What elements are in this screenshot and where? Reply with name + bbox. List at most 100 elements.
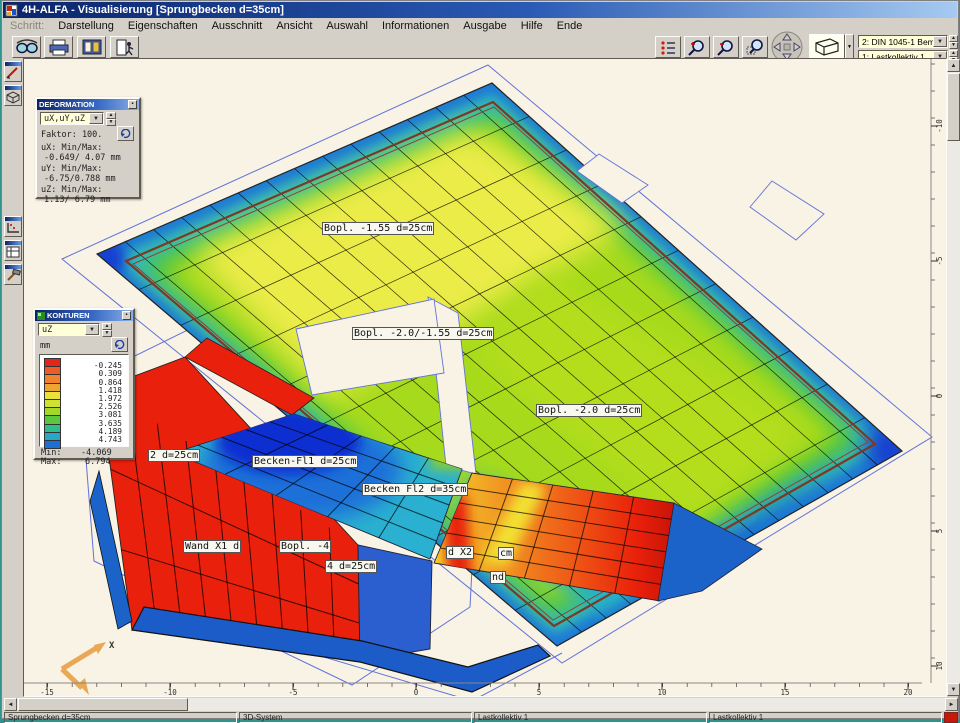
menu-ausschnitt[interactable]: Ausschnitt <box>205 19 270 33</box>
fem-model-view: X Y -15-10-505101520 -10-50510 <box>24 59 946 696</box>
ruler-tick-label: 15 <box>780 688 789 696</box>
view-dropdown[interactable]: ▼ <box>845 34 854 59</box>
axes-tool-button[interactable] <box>4 216 22 237</box>
hammer-icon <box>5 269 21 283</box>
title-bar[interactable]: 4H-ALFA - Visualisierung [Sprungbecken d… <box>3 2 957 18</box>
ruler-tick-label: -15 <box>40 688 54 696</box>
menu-auswahl[interactable]: Auswahl <box>319 19 375 33</box>
menu-eigenschaften[interactable]: Eigenschaften <box>121 19 205 33</box>
zoom-out-button[interactable] <box>713 36 739 58</box>
solid-view-button[interactable] <box>4 85 22 106</box>
vscroll-thumb[interactable] <box>947 73 960 141</box>
printer-icon <box>49 39 69 56</box>
ux-label: uX: Min/Max: <box>41 143 102 153</box>
menu-informationen[interactable]: Informationen <box>375 19 456 33</box>
exit-door-icon <box>115 39 135 56</box>
ruler-tick-label: 0 <box>935 393 944 398</box>
axes-icon <box>5 221 21 235</box>
menu-ausgabe[interactable]: Ausgabe <box>456 19 513 33</box>
konturen-panel-titlebar[interactable]: KONTUREN ▪ <box>35 310 133 321</box>
svg-text:X: X <box>109 641 115 651</box>
app-icon <box>5 4 19 17</box>
max-value: 6.794 <box>85 457 111 467</box>
ruler-tick-label: -5 <box>935 256 944 265</box>
status-loadcase-2: Lastkollektiv 1 <box>709 712 942 723</box>
status-indicator <box>944 712 958 723</box>
refresh-icon <box>120 129 132 139</box>
scroll-up-icon[interactable]: ▲ <box>947 59 960 72</box>
ruler-tick-label: 5 <box>537 688 542 696</box>
uz-value: 1.13/ 6.79 mm <box>44 195 111 205</box>
chevron-down-icon[interactable]: ▼ <box>89 113 103 124</box>
ruler-tick-label: -10 <box>163 688 177 696</box>
close-icon[interactable]: ▪ <box>128 100 137 109</box>
panel-icon <box>5 245 21 259</box>
vertical-scrollbar[interactable]: ▲ ▼ <box>947 59 960 696</box>
ux-value: -0.649/ 4.07 mm <box>44 153 121 163</box>
preview-button[interactable] <box>12 36 41 58</box>
menu-hilfe[interactable]: Hilfe <box>514 19 550 33</box>
scale-value: 4.743 <box>64 435 122 444</box>
zoom-out-icon <box>717 39 735 56</box>
deformation-mode-combo[interactable]: uX,uY,uZ ▼ <box>40 112 104 125</box>
menu-ansicht[interactable]: Ansicht <box>269 19 319 33</box>
zoom-in-button[interactable] <box>684 36 710 58</box>
scroll-down-icon[interactable]: ▼ <box>947 683 960 696</box>
status-system: 3D-System <box>239 712 472 723</box>
zoom-in-icon <box>688 39 706 56</box>
ruler-tick-label: 20 <box>903 688 913 696</box>
konturen-mode-combo[interactable]: uZ ▼ <box>38 323 100 336</box>
scroll-right-icon[interactable]: ► <box>945 698 958 711</box>
design-combo[interactable]: 2: DIN 1045-1 Bemessung ▼ <box>858 35 948 48</box>
deformation-mode-value: uX,uY,uZ <box>41 114 89 124</box>
refresh-icon <box>114 340 126 350</box>
factor-label: Faktor: 100. <box>41 130 102 140</box>
max-label: Max: <box>41 457 61 467</box>
menu-ende[interactable]: Ende <box>550 19 590 33</box>
side-toolbar <box>3 59 23 696</box>
uy-label: uY: Min/Max: <box>41 164 102 174</box>
ruler-tick-label: 0 <box>414 688 419 696</box>
cube-icon <box>814 37 840 56</box>
chevron-down-icon[interactable]: ▼ <box>933 36 947 47</box>
apply-button[interactable] <box>111 337 128 352</box>
panel-tool-button[interactable] <box>4 240 22 261</box>
ruler-tick-label: 10 <box>657 688 667 696</box>
cube-icon <box>5 90 21 104</box>
exit-button[interactable] <box>110 36 139 58</box>
tools-button[interactable] <box>4 264 22 285</box>
status-loadcase-1: Lastkollektiv 1 <box>474 712 707 723</box>
konturen-panel[interactable]: KONTUREN ▪ uZ ▼ ▲▼ mm -0.2450.3090.8641.… <box>33 308 135 460</box>
deformation-spinner[interactable]: ▲▼ <box>106 112 116 125</box>
apply-button[interactable] <box>117 126 134 141</box>
design-combo-value: 2: DIN 1045-1 Bemessung <box>859 37 933 47</box>
konturen-spinner[interactable]: ▲▼ <box>102 323 112 336</box>
ruler-tick-label: -5 <box>288 688 297 696</box>
zoom-window-button[interactable] <box>742 36 768 58</box>
menu-bar: Schritt: Darstellung Eigenschaften Aussc… <box>3 18 957 34</box>
deformation-panel[interactable]: DEFORMATION ▪ uX,uY,uZ ▼ ▲▼ Faktor: 100.… <box>35 97 141 199</box>
design-spinner[interactable]: ▲▼ <box>949 35 958 48</box>
close-icon[interactable]: ▪ <box>122 311 131 320</box>
status-bar: Sprungbecken d=35cm 3D-System Lastkollek… <box>4 712 958 723</box>
view-3d-button[interactable] <box>809 34 845 59</box>
uy-value: -6.75/0.788 mm <box>44 174 116 184</box>
display-options-button[interactable] <box>655 36 681 58</box>
model-canvas[interactable]: X Y -15-10-505101520 -10-50510 Bopl. -1.… <box>23 58 947 697</box>
menu-darstellung[interactable]: Darstellung <box>51 19 121 33</box>
window-title: 4H-ALFA - Visualisierung [Sprungbecken d… <box>22 4 284 16</box>
print-button[interactable] <box>44 36 73 58</box>
deformation-panel-title: DEFORMATION <box>39 100 94 109</box>
chevron-down-icon[interactable]: ▼ <box>85 324 99 335</box>
report-button[interactable] <box>77 36 106 58</box>
scroll-left-icon[interactable]: ◄ <box>4 698 17 711</box>
toolbar: ▼ 2: DIN 1045-1 Bemessung ▼ 1: Lastkolle… <box>3 34 957 59</box>
draw-tool-button[interactable] <box>4 61 22 82</box>
hscroll-thumb[interactable] <box>18 698 188 711</box>
unit-label: mm <box>40 341 50 351</box>
ruler-tick-label: -10 <box>935 119 944 133</box>
deformation-panel-titlebar[interactable]: DEFORMATION ▪ <box>37 99 139 110</box>
display-options-icon <box>660 40 676 55</box>
book-icon <box>82 39 102 55</box>
horizontal-scrollbar[interactable]: ◄ ► <box>4 698 958 711</box>
